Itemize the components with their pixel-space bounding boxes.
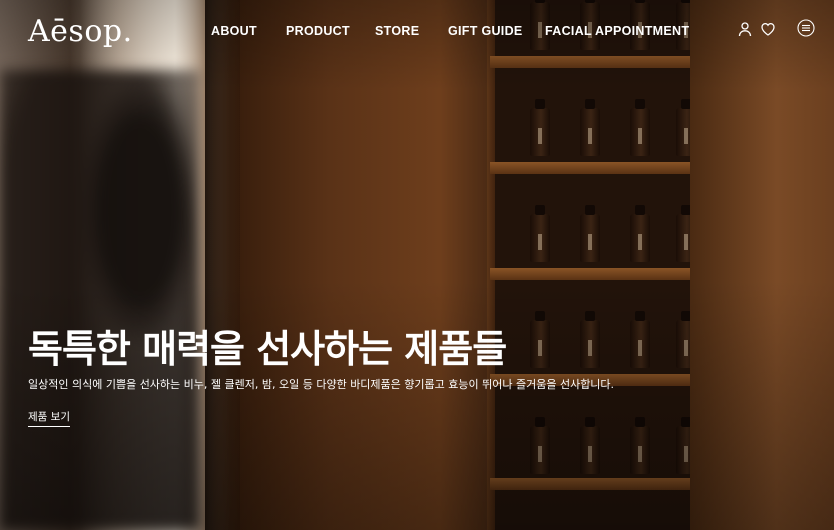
nav-gift-guide[interactable]: GIFT GUIDE <box>448 24 523 38</box>
image-vignette <box>0 0 834 530</box>
aesop-logo[interactable]: Aēsop. <box>28 14 133 49</box>
hero-banner: Aēsop. ABOUT PRODUCT STORE GIFT GUIDE FA… <box>0 0 834 530</box>
hero-subline: 일상적인 의식에 기쁨을 선사하는 비누, 젤 클렌저, 밤, 오일 등 다양한… <box>28 378 615 391</box>
nav-product[interactable]: PRODUCT <box>286 24 350 38</box>
nav-about[interactable]: ABOUT <box>211 24 257 38</box>
nav-store[interactable]: STORE <box>375 24 419 38</box>
menu-icon[interactable] <box>797 19 815 37</box>
hero-headline: 독특한 매력을 선사하는 제품들 <box>28 327 507 371</box>
view-products-link[interactable]: 제품 보기 <box>28 409 70 427</box>
heart-icon[interactable] <box>760 21 776 37</box>
user-icon[interactable] <box>737 21 753 37</box>
nav-facial-appointment[interactable]: FACIAL APPOINTMENT <box>545 24 689 38</box>
